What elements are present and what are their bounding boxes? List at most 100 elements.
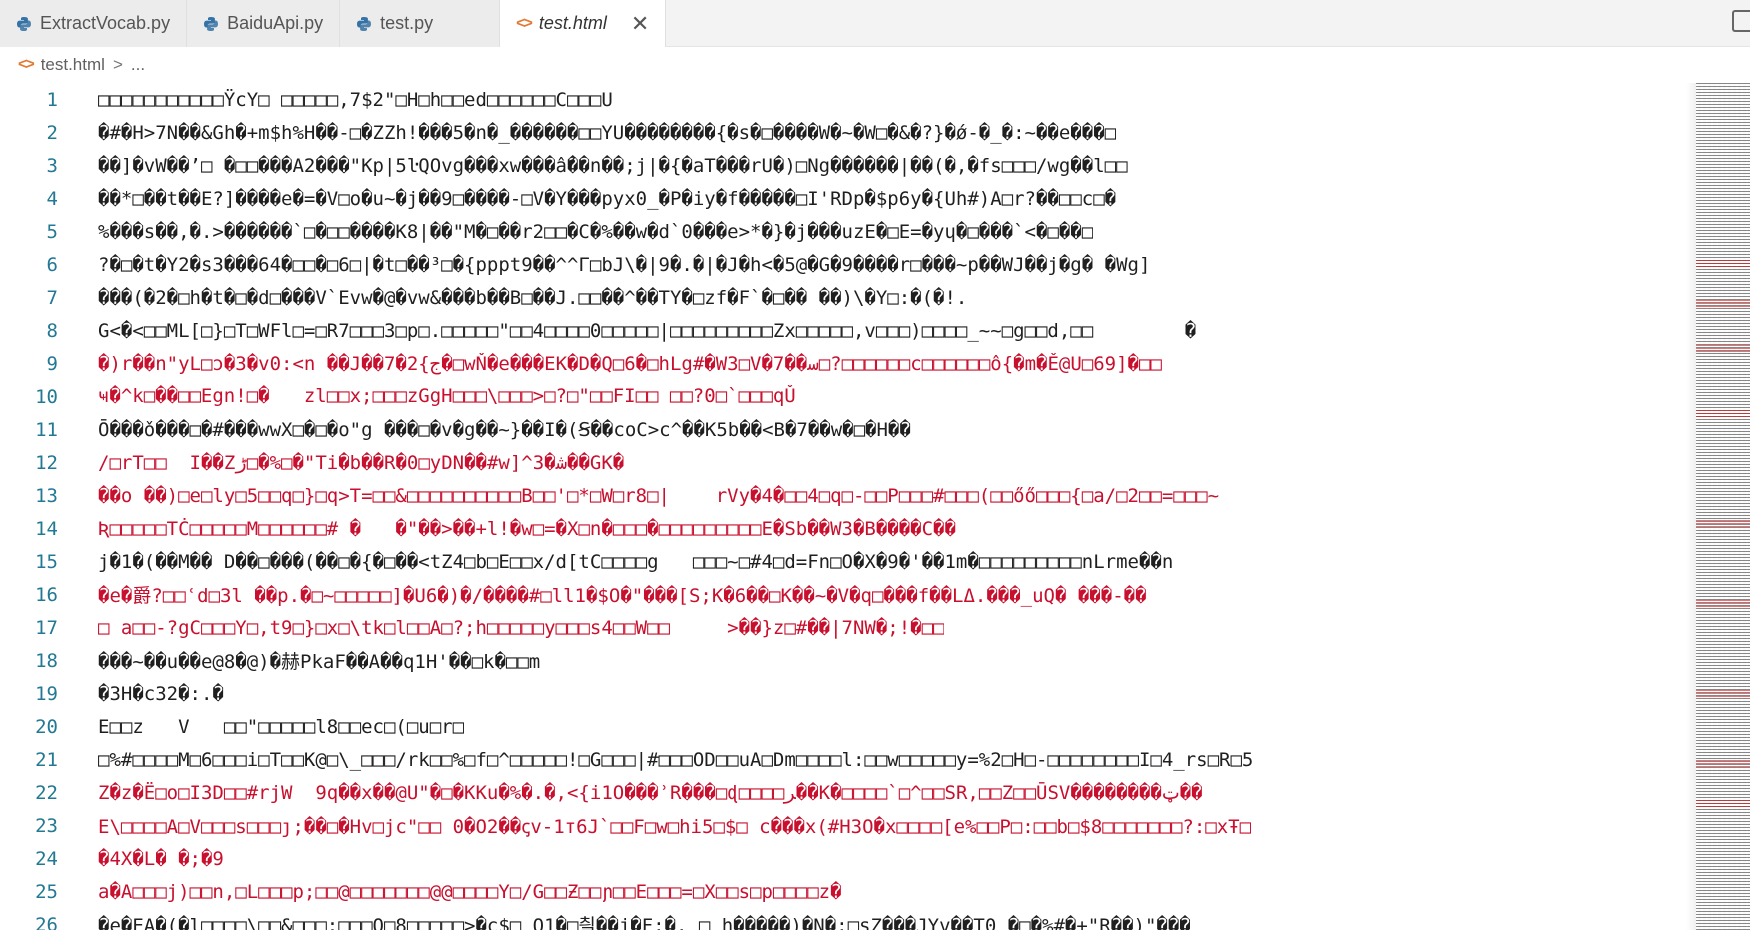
tab-label: BaiduApi.py xyxy=(227,13,324,33)
line-text: Ʀ□□□□□TĊ□□□□□M□□□□□□# � �"��>��+l!�w□=�X… xyxy=(98,517,956,540)
line-number: 17 xyxy=(35,616,58,639)
scroll-shadow xyxy=(1686,83,1696,930)
code-editor[interactable]: 1 □□□□□□□□□□□ŸcY□ □□□□□,7$2"□H□h□□ed□□□□□… xyxy=(0,83,1696,930)
line-text: □%#□□□□M□6□□□i□T□□K@□\_□□□/rk□□%□f□^□□□□… xyxy=(98,748,1254,771)
line-number: 11 xyxy=(35,418,58,441)
code-line[interactable]: 24 �4X�L� �;�9 xyxy=(0,842,1696,875)
line-text: �#�H>7N��&Gh�+m$h%H��-□�ZZh!���5�n�_����… xyxy=(98,121,1117,144)
code-line[interactable]: 13 ��o ��)□e□ly□5□□q□}□q>T=□□&□□□□□□□□□□B… xyxy=(0,479,1696,512)
tab-label: test.py xyxy=(380,13,434,33)
html-icon: <> xyxy=(18,56,35,73)
tab-test-py[interactable]: test.py xyxy=(340,0,501,47)
python-icon xyxy=(17,16,31,31)
line-text: �e�爵?□□ʿd□3l ��p.�□~□□□□□]�U6�)�/����#□l… xyxy=(98,585,1147,607)
code-line[interactable]: 22 Z�z�Ë□o□I3D□□#rjW 9q��x��@U"�□�KKu�%�.… xyxy=(0,776,1696,809)
python-icon xyxy=(357,16,372,31)
breadcrumb: <> test.html > ... xyxy=(0,47,1750,83)
line-text: /□rT□□ I��Zڑ□�%□�"Ti�b��R�0□yDN��#w]^3�ﺷ… xyxy=(98,451,625,474)
code-line[interactable]: 8 G<�<□□ML[□}□T□WFl□=□R7□□□3□p□.□□□□□"□□4… xyxy=(0,314,1696,347)
tab-test-html[interactable]: <> test.html ✕ xyxy=(500,0,667,47)
line-number: 1 xyxy=(46,88,58,111)
line-number: 26 xyxy=(35,913,58,930)
code-line[interactable]: 11 Ō���ǒ���□�#���wwX□�□�o"g ���□�v�g��~}�… xyxy=(0,413,1696,446)
line-number: 18 xyxy=(35,649,58,672)
line-number: 14 xyxy=(35,517,58,540)
line-number: 7 xyxy=(46,286,58,309)
line-text: a�A□□□j)□□n,□L□□□p;□□@□□□□□□□@@□□□□Y□/G□… xyxy=(98,880,842,903)
code-line[interactable]: 25 a�A□□□j)□□n,□L□□□p;□□@□□□□□□□@@□□□□Y□/… xyxy=(0,875,1696,908)
line-text: Z�z�Ë□o□I3D□□#rjW 9q��x��@U"�□�KKu�%�.�,… xyxy=(98,781,1203,804)
code-line[interactable]: 2 �#�H>7N��&Gh�+m$h%H��-□�ZZh!���5�n�_���… xyxy=(0,116,1696,149)
code-line[interactable]: 21 □%#□□□□M□6□□□i□T□□K@□\_□□□/rk□□%□f□^□□… xyxy=(0,743,1696,776)
minimap-error-marker xyxy=(1696,760,1750,768)
breadcrumb-file[interactable]: test.html xyxy=(41,55,105,75)
code-line[interactable]: 9 �)r��n"yL□ɔ�3�v0:<n ��J��7�2{ج�□wŇ�e���… xyxy=(0,347,1696,380)
code-line[interactable]: 10 ҹ�^k□��□□Egn!□� zl□□x;□□□zGgH□□□\□□□>□… xyxy=(0,380,1696,413)
minimap-error-marker xyxy=(1696,600,1750,608)
minimap-error-marker xyxy=(1696,345,1750,353)
line-text: �4X�L� �;�9 xyxy=(98,847,224,870)
close-icon[interactable]: ✕ xyxy=(631,12,649,35)
minimap-error-marker xyxy=(1696,690,1750,698)
code-line[interactable]: 23 E\□□□□A□V□□□s□□□ȷ;��□�Hv□jc"□□ 0�O2��ꞔ… xyxy=(0,809,1696,842)
chevron-right-icon: > xyxy=(112,55,123,74)
line-number: 19 xyxy=(35,682,58,705)
line-text: %���s��,�.>������`□�□□����K8|��"M�□��r2□… xyxy=(98,220,1094,243)
line-text: G<�<□□ML[□}□T□WFl□=□R7□□□3□p□.□□□□□"□□4□… xyxy=(98,319,1197,342)
code-line[interactable]: 12 /□rT□□ I��Zڑ□�%□�"Ti�b��R�0□yDN��#w]^3… xyxy=(0,446,1696,479)
code-line[interactable]: 26 �e�EA�(�l□□□□\□□&□□□:□□□O□8□□□□□>�c$□ … xyxy=(0,908,1696,930)
code-line[interactable]: 1 □□□□□□□□□□□ŸcY□ □□□□□,7$2"□H□h□□ed□□□□□… xyxy=(0,83,1696,116)
code-line[interactable]: 20 E□□z V □□"□□□□□l8□□ec□(□u□r□ xyxy=(0,710,1696,743)
code-line[interactable]: 7 ���(�2�□h�t�□�d□���V`Evw�@�vw&���b��B□�… xyxy=(0,281,1696,314)
line-number: 23 xyxy=(35,814,58,837)
minimap-error-marker xyxy=(1696,800,1750,808)
line-text: E\□□□□A□V□□□s□□□ȷ;��□�Hv□jc"□□ 0�O2��ꞔv-… xyxy=(98,815,1252,838)
code-line[interactable]: 6 ?�□�t�Y2�s3���64�□□�□6□|�t□��³□�{pppt9�… xyxy=(0,248,1696,281)
line-number: 6 xyxy=(46,253,58,276)
line-text: ҹ�^k□��□□Egn!□� zl□□x;□□□zGgH□□□\□□□>□?□… xyxy=(98,385,796,407)
line-text: E□□z V □□"□□□□□l8□□ec□(□u□r□ xyxy=(98,715,465,738)
code-line[interactable]: 19 �3H�c32�:.� xyxy=(0,677,1696,710)
code-line[interactable]: 5 %���s��,�.>������`□�□□����K8|��"M�□��r2… xyxy=(0,215,1696,248)
line-text: �e�EA�(�l□□□□\□□&□□□:□□□O□8□□□□□>�c$□ O1… xyxy=(98,915,1191,930)
code-line[interactable]: 15 j�1�(��M�� D��□���(��□�{�□��<tZ4□b□E□□… xyxy=(0,545,1696,578)
tab-baiduapi[interactable]: BaiduApi.py xyxy=(187,0,341,47)
line-number: 22 xyxy=(35,781,58,804)
line-number: 25 xyxy=(35,880,58,903)
minimap-error-marker xyxy=(1696,410,1750,418)
tab-label: ExtractVocab.py xyxy=(40,13,171,33)
line-number: 16 xyxy=(35,583,58,606)
code-line[interactable]: 14 Ʀ□□□□□TĊ□□□□□M□□□□□□# � �"��>��+l!�w□=… xyxy=(0,512,1696,545)
html-icon: <> xyxy=(516,14,533,32)
line-text: ?�□�t�Y2�s3���64�□□�□6□|�t□��³□�{pppt9��… xyxy=(98,253,1151,276)
line-number: 24 xyxy=(35,847,58,870)
line-number: 3 xyxy=(46,154,58,177)
code-line[interactable]: 3 ��]�vW��’□ �□□���A2���"Kp|5ŀQOvg���xw��… xyxy=(0,149,1696,182)
split-editor-icon[interactable] xyxy=(1732,10,1750,32)
line-text: ��o ��)□e□ly□5□□q□}□q>T=□□&□□□□□□□□□□B□□… xyxy=(98,484,1220,507)
line-text: □ a□□-?gC□□□Y□,t9□}□x□\tk□l□□A□?;h□□□□□y… xyxy=(98,616,945,639)
code-line[interactable]: 16 �e�爵?□□ʿd□3l ��p.�□~□□□□□]�U6�)�/����#… xyxy=(0,578,1696,611)
line-number: 13 xyxy=(35,484,58,507)
line-text: ��*□��t��E?]����e�=�V□o�u~�j��9□����-□V�… xyxy=(98,187,1117,210)
line-number: 2 xyxy=(46,121,58,144)
minimap-error-marker xyxy=(1696,520,1750,528)
line-text: �3H�c32�:.� xyxy=(98,682,224,705)
line-number: 15 xyxy=(35,550,58,573)
minimap-error-marker xyxy=(1696,300,1750,308)
line-number: 20 xyxy=(35,715,58,738)
line-number: 10 xyxy=(35,385,58,408)
line-number: 21 xyxy=(35,748,58,771)
tab-label: test.html xyxy=(538,13,607,33)
line-text: ���~��u��e@8�@)�赫PkaF��A��q1H'��□k�□□m xyxy=(98,651,541,673)
tab-extractvocab[interactable]: ExtractVocab.py xyxy=(0,0,188,47)
code-line[interactable]: 4 ��*□��t��E?]����e�=�V□o�u~�j��9□����-□V… xyxy=(0,182,1696,215)
code-line[interactable]: 18 ���~��u��e@8�@)�赫PkaF��A��q1H'��□k�□□m xyxy=(0,644,1696,677)
line-text: ���(�2�□h�t�□�d□���V`Evw�@�vw&���b��B□��… xyxy=(98,286,968,309)
breadcrumb-symbols[interactable]: ... xyxy=(131,55,145,75)
line-number: 9 xyxy=(46,352,58,375)
minimap[interactable] xyxy=(1696,83,1750,930)
line-text: ��]�vW��’□ �□□���A2���"Kp|5ŀQOvg���xw���… xyxy=(98,154,1128,177)
code-line[interactable]: 17 □ a□□-?gC□□□Y□,t9□}□x□\tk□l□□A□?;h□□□□… xyxy=(0,611,1696,644)
line-number: 8 xyxy=(46,319,58,342)
